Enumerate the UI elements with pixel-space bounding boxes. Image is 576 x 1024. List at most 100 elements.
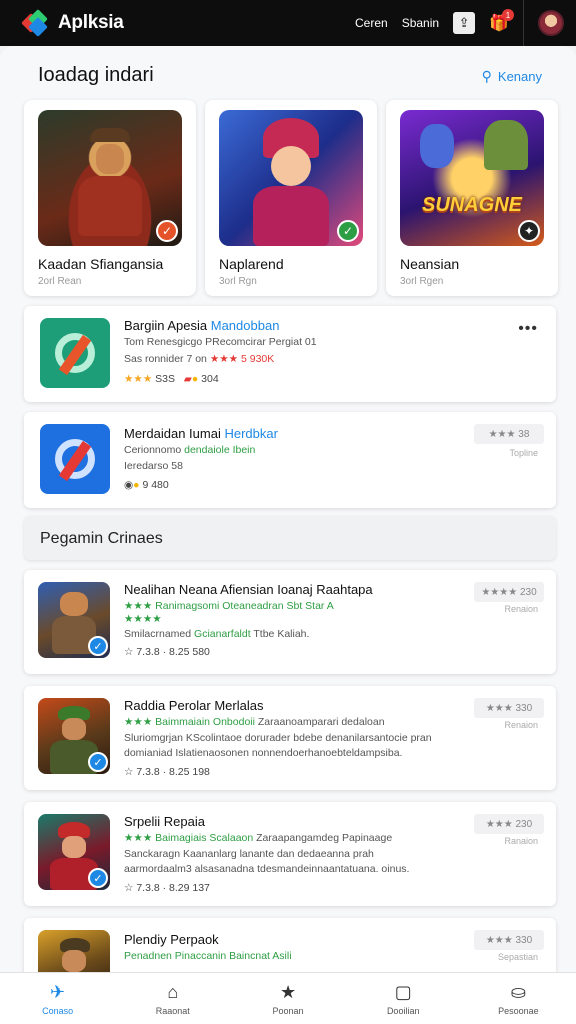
game-icon-1: ✓: [38, 582, 110, 658]
game-tagline-green-2: ★★★ Baimmaiain Onbodoii: [124, 716, 255, 728]
header-link[interactable]: ⚲ Kenany: [482, 68, 542, 85]
person-icon: ⛀: [510, 981, 526, 1002]
app-card-1[interactable]: Bargiin Apesia Mandobban Tom Renesgicgo …: [24, 306, 556, 402]
game-card-3[interactable]: ✓ Srpelii Repaia ★★★ Baimagiais Scalaaon…: [24, 802, 556, 906]
app-card-2[interactable]: Merdaidan Iumai Herdbkar Cerionnomo dend…: [24, 412, 556, 508]
game-desc2-3: aarmordaalm3 alsasanadna tdesmandeinnaan…: [124, 863, 410, 875]
game-desc-tail-1: Ttbe Kaliah.: [253, 628, 310, 640]
featured-card-3[interactable]: SUNAGNE ✦ Neansian 3orl Rgen: [386, 100, 558, 296]
rating-box-app-2: ★★★ 38: [474, 424, 544, 444]
rating-box-game-1: ★★★★ 230: [474, 582, 544, 602]
send-icon: ✈: [50, 981, 66, 1002]
featured-art-3: SUNAGNE ✦: [400, 110, 544, 246]
app-meta-tail-1: 930K: [246, 353, 275, 365]
app-extra-1: 304: [201, 373, 219, 385]
verified-icon: ✓: [88, 752, 108, 772]
game-tagline-tail-4: Baincnat Asili: [226, 950, 292, 962]
more-options-icon[interactable]: •••: [518, 320, 538, 338]
nav-item-raaonat[interactable]: ⌂ Raaonat: [115, 973, 230, 1024]
game-card-2[interactable]: ✓ Raddia Perolar Merlalas ★★★ Baimmaiain…: [24, 686, 556, 790]
game-title-4: Plendiy Perpaok: [124, 932, 219, 947]
featured-badge-1: ✓: [156, 220, 178, 242]
game-desc2-2: domianiad Islatienaosonen nonnendoerhano…: [124, 747, 403, 759]
game-desc-1: Smilacrnamed Gcianarfaldt Ttbe Kaliah.: [124, 628, 309, 640]
rating-sub-app-2: Topline: [509, 448, 538, 458]
star-icon: ★: [279, 981, 297, 1002]
app-desc-1: Tom Renesgicgo P: [124, 336, 213, 348]
nav-label-pesoonae: Pesoonae: [498, 1005, 539, 1016]
featured-sub-1: 2orl Rean: [38, 276, 82, 287]
gift-button[interactable]: 🎁 1: [489, 9, 514, 33]
app-extra-2: 9 480: [142, 479, 169, 491]
nav-item-dooilian[interactable]: ▢ Dooilian: [346, 973, 461, 1024]
app-meta-1: Sas ronnider 7 on: [124, 353, 207, 365]
featured-sub-3: 3orl Rgen: [400, 276, 444, 287]
game-tagline-tail-2: Zaraanoamparari dedaloan: [254, 716, 385, 728]
game-tagline-1: ★★★ Ranimagsomi Oteaneadran Sbt Star A: [124, 600, 334, 612]
app-line4-1: ★★★ S3S ▰● 304: [124, 373, 219, 385]
app-name-2: Merdaidan Iumai: [124, 426, 221, 441]
game-tagline-green-4: Penadnen Pinaccanin: [124, 950, 227, 962]
featured-title-2: Naplarend: [219, 256, 284, 272]
verified-icon: ✓: [88, 636, 108, 656]
game-tagline-tail-3: Zaraapangamdeg Papinaage: [253, 832, 393, 844]
app-line2-1: Tom Renesgicgo PRecomcirar Pergiat 01: [124, 336, 317, 348]
app-coin-icon-1: ●: [191, 373, 199, 385]
nav-item-pesoonae[interactable]: ⛀ Pesoonae: [461, 973, 576, 1024]
rating-sub-game-3: Ranaion: [504, 836, 538, 846]
app-desc-link-1[interactable]: Recomcirar Pergiat 01: [212, 336, 316, 348]
nav-item-poonan[interactable]: ★ Poonan: [230, 973, 345, 1024]
top-link-ceren[interactable]: Ceren: [355, 16, 388, 30]
brand-logo[interactable]: Aplksia: [21, 9, 124, 37]
app-ticket-icon-1: ▰: [183, 373, 192, 385]
nav-label-conaso: Conaso: [42, 1005, 74, 1016]
page-title: Ioadag indari: [38, 64, 154, 86]
game-desc-green-1: Gcianarfaldt: [194, 628, 251, 640]
verified-icon: ✓: [88, 868, 108, 888]
app-name-link-2[interactable]: Herdbkar: [224, 426, 277, 441]
nav-label-dooilian: Dooilian: [386, 1005, 420, 1016]
game-meta-1: ☆ 7.3.8 · 8.25 580: [124, 646, 210, 658]
brand-name: Aplksia: [58, 12, 124, 33]
featured-title-3: Neansian: [400, 256, 460, 272]
app-rating-1: S3S: [155, 373, 176, 385]
app-badge-icon-2: ◉: [124, 479, 134, 491]
game-title-1: Nealihan Neana Afiensian Ioanaj Raahtapa: [124, 582, 373, 597]
game-title-2: Raddia Perolar Merlalas: [124, 698, 264, 713]
avatar[interactable]: [538, 10, 564, 36]
logo-icon: [21, 9, 52, 37]
game-tagline-green-3: ★★★ Baimagiais Scalaaon: [124, 832, 254, 844]
rating-box-game-3: ★★★ 230: [474, 814, 544, 834]
game-tagline-2: ★★★ Baimmaiain Onbodoii Zaraanoamparari …: [124, 716, 385, 728]
featured-card-1[interactable]: ✓ Kaadan Sfiangansia 2orl Rean: [24, 100, 196, 296]
app-line2-2: Cerionnomo dendaiole Ibein: [124, 444, 255, 456]
featured-art-2: ✓: [219, 110, 363, 246]
game-icon-2: ✓: [38, 698, 110, 774]
nav-label-poonan: Poonan: [272, 1005, 304, 1016]
app-name-link-1[interactable]: Mandobban: [211, 318, 280, 333]
top-link-sbanin[interactable]: Sbanin: [402, 16, 439, 30]
app-meta-rating-1: ★★★ 5: [209, 353, 247, 365]
featured-card-2[interactable]: ✓ Naplarend 3orl Rgn: [205, 100, 377, 296]
app-coin-icon-2: ●: [133, 479, 140, 491]
section-header: Pegamin Crinaes: [24, 516, 556, 560]
game-desc-2: Sluriomgrjan KScolintaoe dorurader bdebe…: [124, 732, 432, 744]
nav-item-conaso[interactable]: ✈ Conaso: [0, 973, 115, 1024]
featured-title-1: Kaadan Sfiangansia: [38, 256, 164, 272]
app-desc-link-2[interactable]: dendaiole Ibein: [184, 444, 255, 456]
game-tagline-4: Penadnen Pinaccanin Baincnat Asili: [124, 950, 292, 962]
bottom-nav: ✈ Conaso ⌂ Raaonat ★ Poonan ▢ Dooilian ⛀…: [0, 972, 576, 1024]
featured-badge-2: ✓: [337, 220, 359, 242]
app-desc-2: Cerionnomo: [124, 444, 182, 456]
upload-button[interactable]: ⇪: [453, 12, 476, 34]
game-meta-2: ☆ 7.3.8 · 8.25 198: [124, 766, 210, 778]
rating-sub-game-2: Renaion: [504, 720, 538, 730]
app-line3-1: Sas ronnider 7 on ★★★ 5 930K: [124, 353, 274, 365]
game-card-1[interactable]: ✓ Nealihan Neana Afiensian Ioanaj Raahta…: [24, 570, 556, 674]
game-desc-text-1: Smilacrnamed: [124, 628, 192, 640]
game-title-3: Srpelii Repaia: [124, 814, 205, 829]
app-icon-2: [40, 424, 110, 494]
game-stars-1: ★★★★: [124, 613, 162, 625]
game-tagline-3: ★★★ Baimagiais Scalaaon Zaraapangamdeg P…: [124, 832, 392, 844]
app-icon-1: [40, 318, 110, 388]
